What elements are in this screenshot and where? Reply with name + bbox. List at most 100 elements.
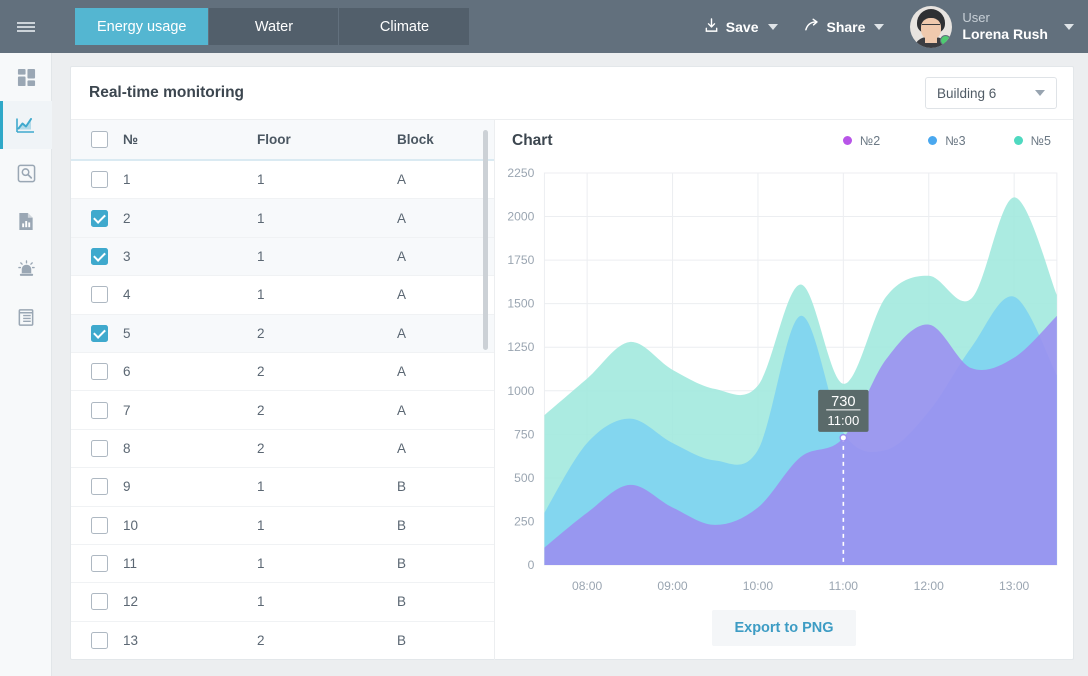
table-row[interactable]: 12 1 B [71,583,494,622]
cell-block: B [397,594,407,610]
sidebar-item-analytics[interactable] [0,101,52,149]
cell-number: 6 [123,364,131,380]
cell-number: 5 [123,325,131,341]
cell-block: B [397,479,407,495]
table-row[interactable]: 7 2 A [71,391,494,430]
save-button[interactable]: Save [704,17,778,36]
export-to-png-button[interactable]: Export to PNG [712,610,856,646]
cell-floor: 2 [257,440,265,456]
user-menu[interactable]: User Lorena Rush [910,5,1074,48]
hamburger-icon-line [17,25,35,28]
line-chart-icon [16,115,36,135]
row-checkbox-cell [71,593,123,611]
share-button[interactable]: Share [804,18,885,36]
table-row[interactable]: 8 2 A [71,430,494,469]
table-row[interactable]: 1 1 A [71,161,494,200]
sidebar-item-reports[interactable] [0,197,52,245]
row-checkbox-cell [71,171,123,189]
table-row[interactable]: 3 1 A [71,237,494,277]
table-row[interactable]: 2 1 A [71,199,494,238]
column-header-floor[interactable]: Floor [257,132,397,147]
y-axis-tick-label: 750 [514,427,534,441]
sidebar-item-dashboard[interactable] [0,53,52,101]
y-axis-tick-label: 0 [528,558,535,572]
chevron-down-icon[interactable] [767,23,778,30]
chevron-down-icon[interactable] [1064,23,1074,30]
cell-number: 2 [123,210,131,226]
building-select[interactable]: Building 6 [925,77,1057,109]
row-checkbox[interactable] [90,555,108,573]
sidebar-item-alerts[interactable] [0,245,52,293]
table-row[interactable]: 10 1 B [71,507,494,545]
legend-color-dot [842,136,852,145]
row-checkbox[interactable] [90,209,108,227]
hamburger-menu-button[interactable] [0,0,52,53]
cell-number: 1 [123,172,131,188]
avatar-face [921,17,942,40]
legend-color-dot [1013,136,1023,145]
table-row[interactable]: 11 1 B [71,545,494,584]
y-axis-tick-label: 1250 [507,340,534,354]
select-all-cell [71,131,123,148]
row-checkbox[interactable] [90,171,108,189]
cell-floor: 1 [257,287,265,303]
document-chart-icon [17,212,35,231]
row-checkbox[interactable] [90,478,108,496]
table-row[interactable]: 5 2 A [71,314,494,353]
list-table-icon [17,308,35,327]
table-scrollbar-thumb[interactable] [483,130,488,350]
column-header-number[interactable]: № [123,132,257,147]
legend-item[interactable]: №5 [1013,134,1051,148]
table-row[interactable]: 6 2 A [71,353,494,392]
cell-block: A [397,287,407,303]
legend-item[interactable]: №2 [842,134,880,148]
monitoring-card: Real-time monitoring Building 6 № Floor … [70,66,1074,660]
row-checkbox[interactable] [90,593,108,611]
card-body: № Floor Block 11A21A31A41A52A62A72A82A91… [71,120,1073,660]
cell-number: 10 [123,517,139,533]
table-row[interactable]: 13 2 B [71,622,494,659]
x-axis-tick-label: 13:00 [999,579,1030,593]
cell-floor: 1 [257,248,265,264]
y-axis-tick-label: 1500 [507,297,534,311]
select-all-checkbox[interactable] [90,131,108,148]
cell-block: A [397,248,407,264]
page-title: Real-time monitoring [89,84,245,101]
y-axis-tick-label: 500 [514,471,534,485]
cell-number: 9 [123,479,131,495]
table-body[interactable]: 1 1 A 2 1 A 3 1 A 4 1 A 5 2 A 6 2 A 7 2 A 8 2 A 9 1 B 10 1 B 11 1 B 12 1 B 1… [71,161,494,659]
row-checkbox[interactable] [90,324,108,342]
row-checkbox[interactable] [90,401,108,419]
download-icon [704,17,719,36]
x-axis-tick-label: 11:00 [829,579,859,593]
legend-item[interactable]: №3 [928,134,966,148]
sidebar-item-registry[interactable] [0,293,52,341]
cell-floor: 1 [257,556,265,572]
row-checkbox[interactable] [90,363,108,381]
cell-block: A [397,402,407,418]
column-header-block[interactable]: Block [397,132,494,147]
chart-title: Chart [512,131,553,149]
chevron-down-icon[interactable] [874,23,885,30]
tab-climate[interactable]: Climate [339,8,470,45]
row-checkbox[interactable] [90,631,108,649]
y-axis-tick-label: 250 [514,514,534,528]
row-checkbox[interactable] [90,439,108,457]
sidebar-item-search[interactable] [0,149,52,197]
row-checkbox-cell [71,247,123,265]
cell-floor: 1 [257,594,265,610]
online-status-dot [940,34,952,46]
tab-water[interactable]: Water [209,8,340,45]
cell-number: 4 [123,287,131,303]
cell-number: 13 [123,632,139,648]
chart-plot-area[interactable]: 0 250 500 750 1000 1250 1500 1750 2000 2250 08:00 0… [495,165,1073,660]
cell-number: 7 [123,402,131,418]
table-row[interactable]: 9 1 B [71,468,494,507]
row-checkbox[interactable] [90,516,108,534]
table-row[interactable]: 4 1 A [71,276,494,315]
row-checkbox[interactable] [90,247,108,265]
row-checkbox[interactable] [90,286,108,304]
row-checkbox-cell [71,478,123,496]
tab-energy-usage[interactable]: Energy usage [75,8,210,45]
row-checkbox-cell [71,555,123,573]
